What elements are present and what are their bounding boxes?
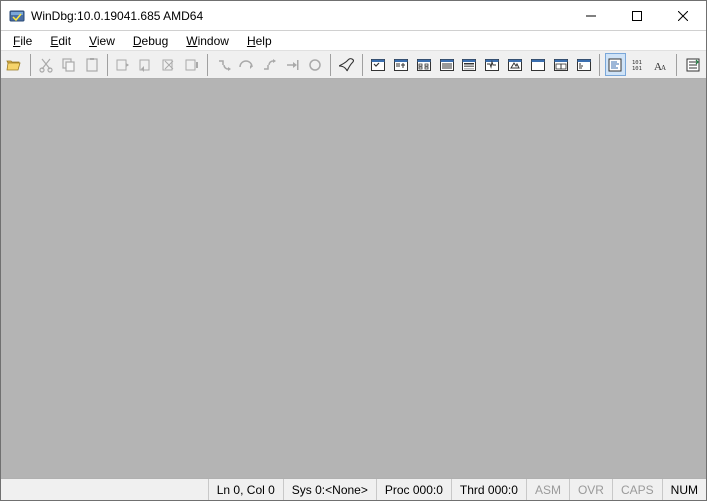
status-caps: CAPS bbox=[613, 479, 663, 500]
toggle-breakpoint-icon bbox=[307, 57, 323, 73]
step-over-icon bbox=[238, 57, 254, 73]
copy-icon bbox=[61, 57, 77, 73]
menubar: File Edit View Debug Window Help bbox=[1, 31, 706, 51]
memory-window-button[interactable] bbox=[436, 53, 457, 76]
app-window: WinDbg:10.0.19041.685 AMD64 File Edit Vi… bbox=[0, 0, 707, 501]
restart-icon bbox=[138, 57, 154, 73]
binary-button[interactable]: 101 101 bbox=[628, 53, 649, 76]
options-icon bbox=[685, 57, 701, 73]
font-button[interactable]: A A bbox=[650, 53, 671, 76]
scratch-pad-button[interactable] bbox=[505, 53, 526, 76]
watch-window-icon bbox=[370, 57, 386, 73]
maximize-button[interactable] bbox=[614, 1, 660, 31]
source-mode-icon bbox=[607, 57, 623, 73]
toggle-breakpoint-button bbox=[304, 53, 325, 76]
binary-icon: 101 101 bbox=[630, 57, 646, 73]
stop-icon bbox=[161, 57, 177, 73]
status-asm: ASM bbox=[527, 479, 570, 500]
statusbar: Ln 0, Col 0 Sys 0:<None> Proc 000:0 Thrd… bbox=[1, 478, 706, 500]
step-out-button bbox=[259, 53, 280, 76]
memory-window-icon bbox=[439, 57, 455, 73]
copy-button bbox=[59, 53, 80, 76]
window-icon bbox=[576, 57, 592, 73]
processes-threads-window-icon bbox=[530, 57, 546, 73]
window-title: WinDbg:10.0.19041.685 AMD64 bbox=[31, 9, 203, 23]
menu-debug[interactable]: Debug bbox=[125, 32, 176, 50]
command-window-icon bbox=[339, 57, 355, 73]
toolbar: 101 101 A A bbox=[1, 51, 706, 79]
svg-text:101: 101 bbox=[632, 66, 642, 72]
cut-button bbox=[36, 53, 57, 76]
restart-button bbox=[136, 53, 157, 76]
break-icon bbox=[184, 57, 200, 73]
status-thrd[interactable]: Thrd 000:0 bbox=[452, 479, 527, 500]
open-file-button[interactable] bbox=[4, 53, 25, 76]
go-button bbox=[113, 53, 134, 76]
step-over-button bbox=[236, 53, 257, 76]
status-sys[interactable]: Sys 0:<None> bbox=[284, 479, 377, 500]
watch-window-button[interactable] bbox=[368, 53, 389, 76]
status-stretch bbox=[1, 479, 209, 500]
menu-edit[interactable]: Edit bbox=[42, 32, 79, 50]
locals-window-button[interactable] bbox=[391, 53, 412, 76]
menu-help[interactable]: Help bbox=[239, 32, 280, 50]
close-button[interactable] bbox=[660, 1, 706, 31]
disassembly-window-icon bbox=[484, 57, 500, 73]
status-ovr: OVR bbox=[570, 479, 613, 500]
svg-text:A: A bbox=[661, 64, 666, 72]
registers-window-icon bbox=[416, 57, 432, 73]
call-stack-window-button[interactable] bbox=[459, 53, 480, 76]
app-icon bbox=[9, 8, 25, 24]
paste-icon bbox=[84, 57, 100, 73]
call-stack-window-icon bbox=[461, 57, 477, 73]
command-browser-icon bbox=[553, 57, 569, 73]
scratch-pad-icon bbox=[507, 57, 523, 73]
titlebar: WinDbg:10.0.19041.685 AMD64 bbox=[1, 1, 706, 31]
menu-file[interactable]: File bbox=[5, 32, 40, 50]
menu-view[interactable]: View bbox=[81, 32, 123, 50]
step-into-button bbox=[213, 53, 234, 76]
run-to-cursor-icon bbox=[284, 57, 300, 73]
menu-window[interactable]: Window bbox=[178, 32, 237, 50]
source-mode-button[interactable] bbox=[605, 53, 626, 76]
toolbar-separator bbox=[599, 54, 600, 76]
toolbar-separator bbox=[207, 54, 208, 76]
mdi-client-area bbox=[1, 79, 706, 478]
options-button[interactable] bbox=[682, 53, 703, 76]
toolbar-separator bbox=[362, 54, 363, 76]
disassembly-window-button[interactable] bbox=[482, 53, 503, 76]
status-num: NUM bbox=[663, 479, 706, 500]
toolbar-separator bbox=[107, 54, 108, 76]
status-proc[interactable]: Proc 000:0 bbox=[377, 479, 452, 500]
extra-window-button[interactable] bbox=[573, 53, 594, 76]
break-button bbox=[181, 53, 202, 76]
cut-icon bbox=[38, 57, 54, 73]
stop-button bbox=[159, 53, 180, 76]
registers-window-button[interactable] bbox=[413, 53, 434, 76]
open-file-icon bbox=[6, 57, 22, 73]
toolbar-separator bbox=[330, 54, 331, 76]
processes-threads-button[interactable] bbox=[528, 53, 549, 76]
step-out-icon bbox=[261, 57, 277, 73]
font-icon: A A bbox=[653, 57, 669, 73]
toolbar-separator bbox=[676, 54, 677, 76]
locals-window-icon bbox=[393, 57, 409, 73]
toolbar-separator bbox=[30, 54, 31, 76]
step-into-icon bbox=[216, 57, 232, 73]
minimize-button[interactable] bbox=[568, 1, 614, 31]
go-icon bbox=[115, 57, 131, 73]
status-line-col: Ln 0, Col 0 bbox=[209, 479, 284, 500]
command-window-button[interactable] bbox=[336, 53, 357, 76]
run-to-cursor-button bbox=[282, 53, 303, 76]
command-browser-button[interactable] bbox=[550, 53, 571, 76]
paste-button bbox=[81, 53, 102, 76]
